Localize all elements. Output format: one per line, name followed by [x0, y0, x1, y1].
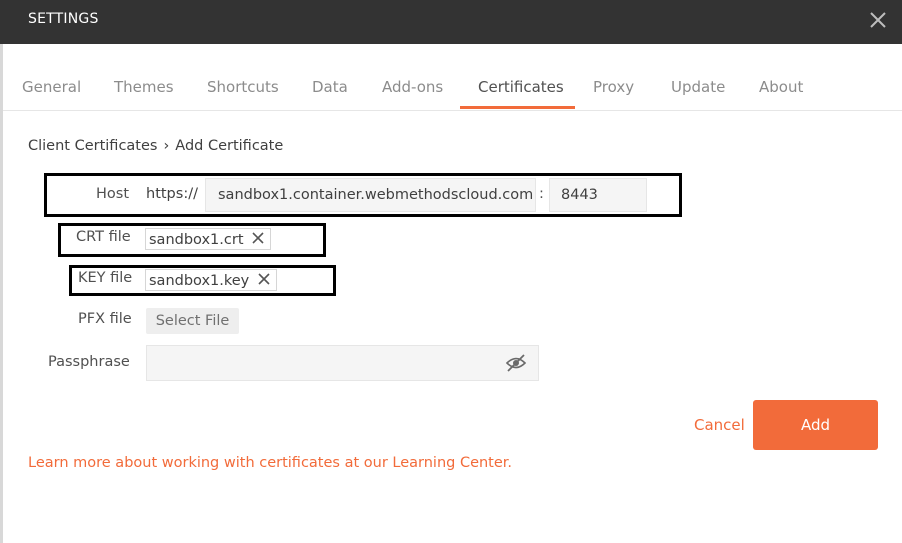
- tab-proxy[interactable]: Proxy: [593, 78, 634, 96]
- crt-highlight-box: [58, 223, 326, 257]
- tab-general[interactable]: General: [22, 78, 81, 96]
- eye-slash-icon[interactable]: [505, 353, 527, 373]
- tab-add-ons[interactable]: Add-ons: [382, 78, 443, 96]
- tab-about[interactable]: About: [759, 78, 803, 96]
- tab-update[interactable]: Update: [671, 78, 725, 96]
- tab-themes[interactable]: Themes: [114, 78, 174, 96]
- close-icon[interactable]: [866, 8, 890, 32]
- window-title: SETTINGS: [28, 11, 99, 27]
- host-highlight-box: [44, 173, 682, 217]
- tab-data[interactable]: Data: [312, 78, 348, 96]
- tab-certificates[interactable]: Certificates: [478, 78, 564, 96]
- breadcrumb-separator: ›: [163, 138, 170, 154]
- select-file-button[interactable]: Select File: [146, 308, 239, 334]
- key-highlight-box: [69, 265, 336, 296]
- tab-shortcuts[interactable]: Shortcuts: [207, 78, 279, 96]
- title-bar: SETTINGS: [0, 0, 902, 44]
- passphrase-input[interactable]: [146, 345, 539, 381]
- window-edge: [0, 44, 3, 543]
- breadcrumb-parent[interactable]: Client Certificates: [28, 138, 157, 154]
- add-button[interactable]: Add: [753, 400, 878, 450]
- breadcrumb: Client Certificates › Add Certificate: [28, 138, 283, 154]
- active-tab-indicator: [460, 106, 575, 109]
- breadcrumb-current: Add Certificate: [175, 138, 284, 154]
- pfx-label: PFX file: [78, 311, 132, 327]
- settings-tabs: General Themes Shortcuts Data Add-ons Ce…: [3, 44, 902, 111]
- cancel-button[interactable]: Cancel: [694, 416, 745, 434]
- learning-center-link[interactable]: Learn more about working with certificat…: [28, 455, 512, 471]
- passphrase-label: Passphrase: [48, 354, 130, 370]
